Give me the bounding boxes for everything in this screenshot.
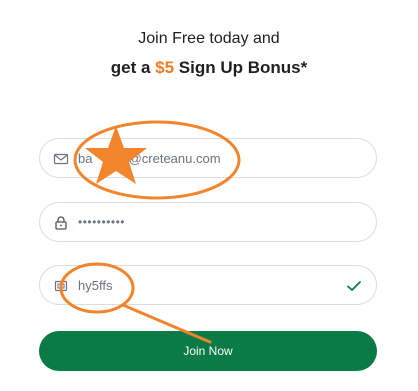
promo-code-field[interactable]: [39, 265, 377, 305]
lock-icon: [55, 216, 67, 230]
join-now-button[interactable]: Join Now: [39, 331, 377, 371]
headline-suffix: Sign Up Bonus*: [174, 58, 308, 77]
promo-code-input[interactable]: [78, 274, 328, 296]
bonus-amount: $5: [155, 58, 175, 77]
envelope-icon: [53, 153, 69, 165]
password-field[interactable]: [39, 202, 377, 242]
email-input[interactable]: [78, 147, 328, 169]
headline-prefix: get a: [110, 58, 156, 77]
tag-icon: [54, 280, 68, 292]
email-field[interactable]: [39, 138, 377, 178]
password-input[interactable]: [78, 211, 328, 233]
headline-line1: Join Free today and: [138, 30, 280, 47]
headline-line2: get a $5 Sign Up Bonus*: [0, 58, 418, 78]
checkmark-icon: [347, 281, 361, 291]
